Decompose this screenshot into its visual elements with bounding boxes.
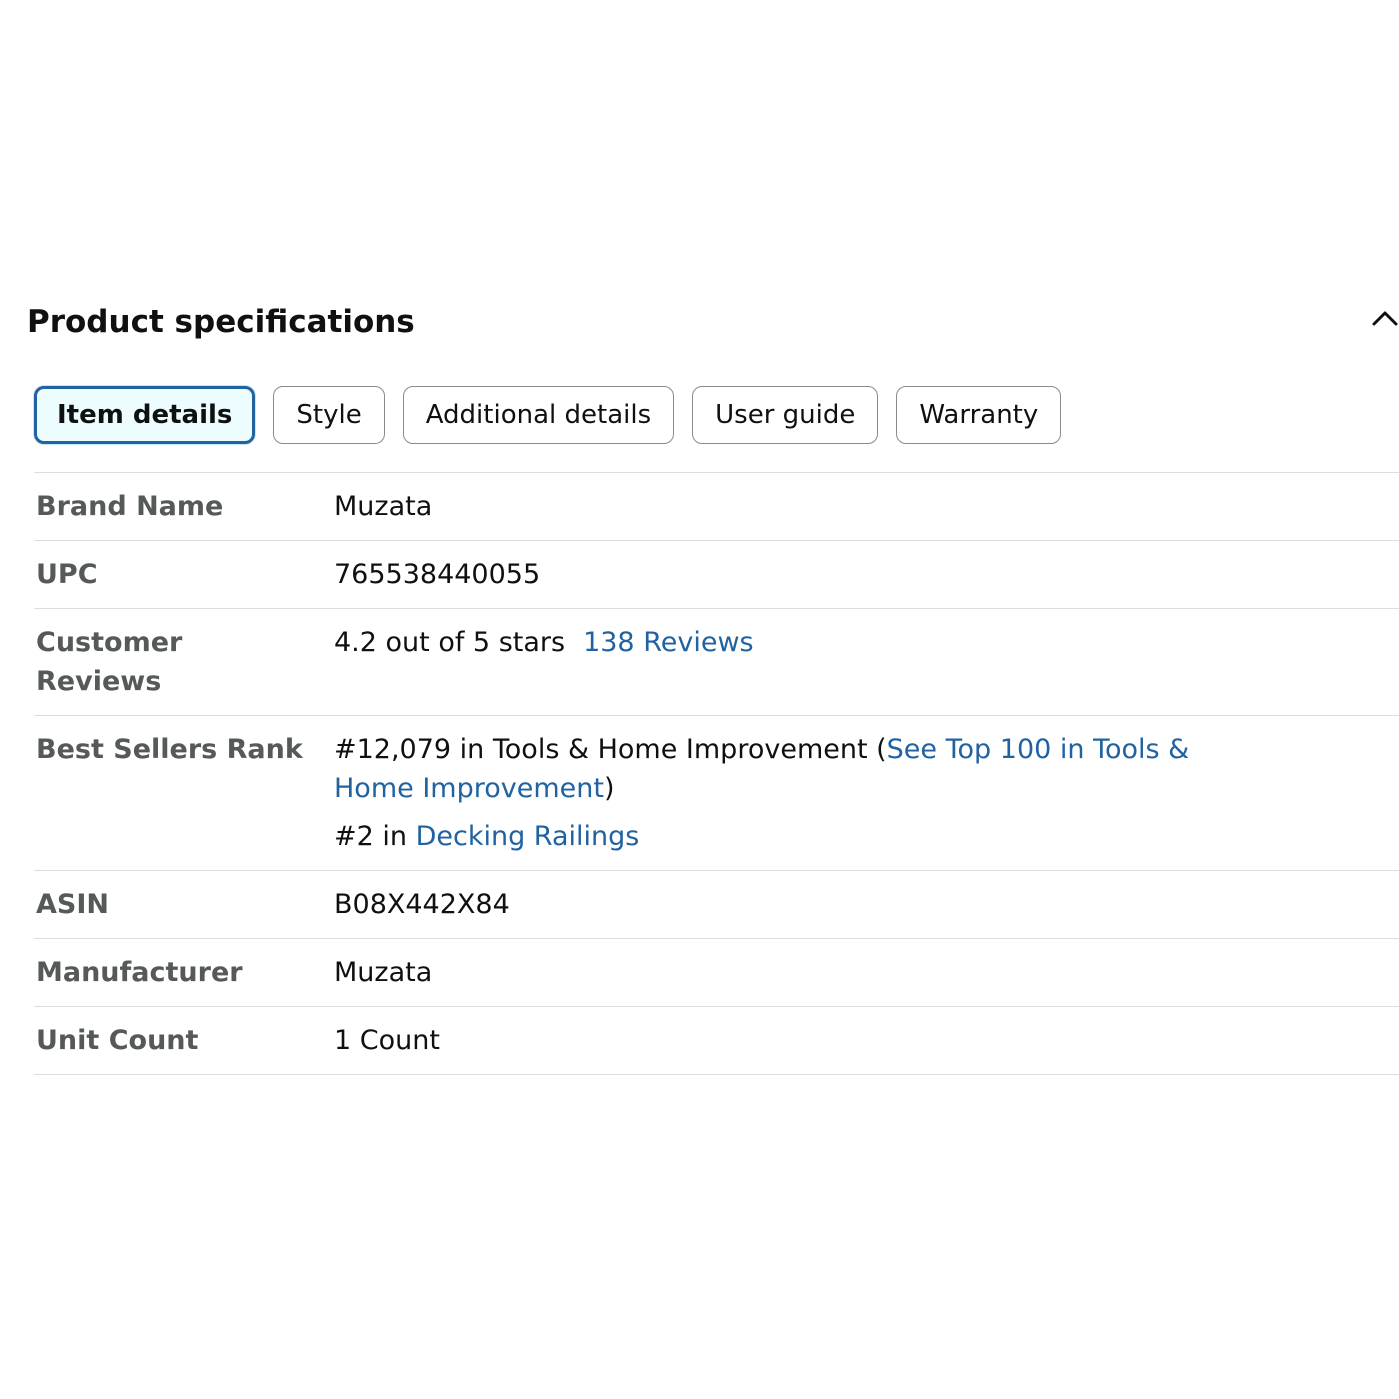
row-value: B08X442X84 bbox=[334, 889, 510, 920]
collapse-button[interactable] bbox=[1366, 304, 1399, 334]
tab-additional-details[interactable]: Additional details bbox=[402, 386, 675, 444]
tab-item-details[interactable]: Item details bbox=[34, 386, 256, 444]
row-value: 1 Count bbox=[334, 1025, 440, 1056]
table-row-upc: UPC 765538440055 bbox=[34, 541, 1399, 609]
decking-railings-link[interactable]: Decking Railings bbox=[416, 821, 640, 852]
table-row-brand-name: Brand Name Muzata bbox=[34, 473, 1399, 541]
table-row-asin: ASIN B08X442X84 bbox=[34, 871, 1399, 939]
rank1-suffix: ) bbox=[603, 773, 615, 804]
row-value: 765538440055 bbox=[334, 559, 541, 590]
item-details-table: Brand Name Muzata UPC 765538440055 Custo… bbox=[34, 472, 1399, 1075]
reviews-link[interactable]: 138 Reviews bbox=[583, 627, 754, 658]
tab-style[interactable]: Style bbox=[273, 386, 385, 444]
reviews-word: Reviews bbox=[643, 627, 754, 658]
row-label: Customer Reviews bbox=[36, 627, 183, 697]
rank-line-1: #12,079 in Tools & Home Improvement (See… bbox=[334, 730, 1274, 808]
row-label: Unit Count bbox=[36, 1025, 199, 1056]
row-value: 4.2 out of 5 stars 138 Reviews bbox=[334, 609, 1399, 715]
chevron-up-icon bbox=[1372, 311, 1398, 326]
table-row-unit-count: Unit Count 1 Count bbox=[34, 1007, 1399, 1075]
row-value: #12,079 in Tools & Home Improvement (See… bbox=[334, 716, 1399, 870]
row-label: ASIN bbox=[36, 889, 109, 920]
rating-text: 4.2 out of 5 stars bbox=[334, 627, 566, 658]
rank2-prefix: #2 in bbox=[334, 821, 416, 852]
tab-user-guide[interactable]: User guide bbox=[692, 386, 879, 444]
rank-line-2: #2 in Decking Railings bbox=[334, 817, 1399, 856]
row-label: UPC bbox=[36, 559, 98, 590]
table-row-best-sellers-rank: Best Sellers Rank #12,079 in Tools & Hom… bbox=[34, 716, 1399, 871]
spec-tabs: Item details Style Additional details Us… bbox=[34, 386, 1062, 444]
row-value: Muzata bbox=[334, 491, 433, 522]
product-specifications-section: Product specifications Item details Styl… bbox=[0, 290, 1399, 1075]
reviews-count: 138 bbox=[583, 627, 635, 658]
row-label: Best Sellers Rank bbox=[36, 734, 303, 765]
row-label: Manufacturer bbox=[36, 957, 243, 988]
rank1-prefix: #12,079 in Tools & Home Improvement ( bbox=[334, 734, 887, 765]
section-header: Product specifications bbox=[0, 290, 1399, 360]
row-label: Brand Name bbox=[36, 491, 224, 522]
tab-warranty[interactable]: Warranty bbox=[896, 386, 1062, 444]
row-value: Muzata bbox=[334, 957, 433, 988]
table-row-manufacturer: Manufacturer Muzata bbox=[34, 939, 1399, 1007]
section-title: Product specifications bbox=[27, 304, 415, 340]
table-row-customer-reviews: Customer Reviews 4.2 out of 5 stars 138 R… bbox=[34, 609, 1399, 716]
